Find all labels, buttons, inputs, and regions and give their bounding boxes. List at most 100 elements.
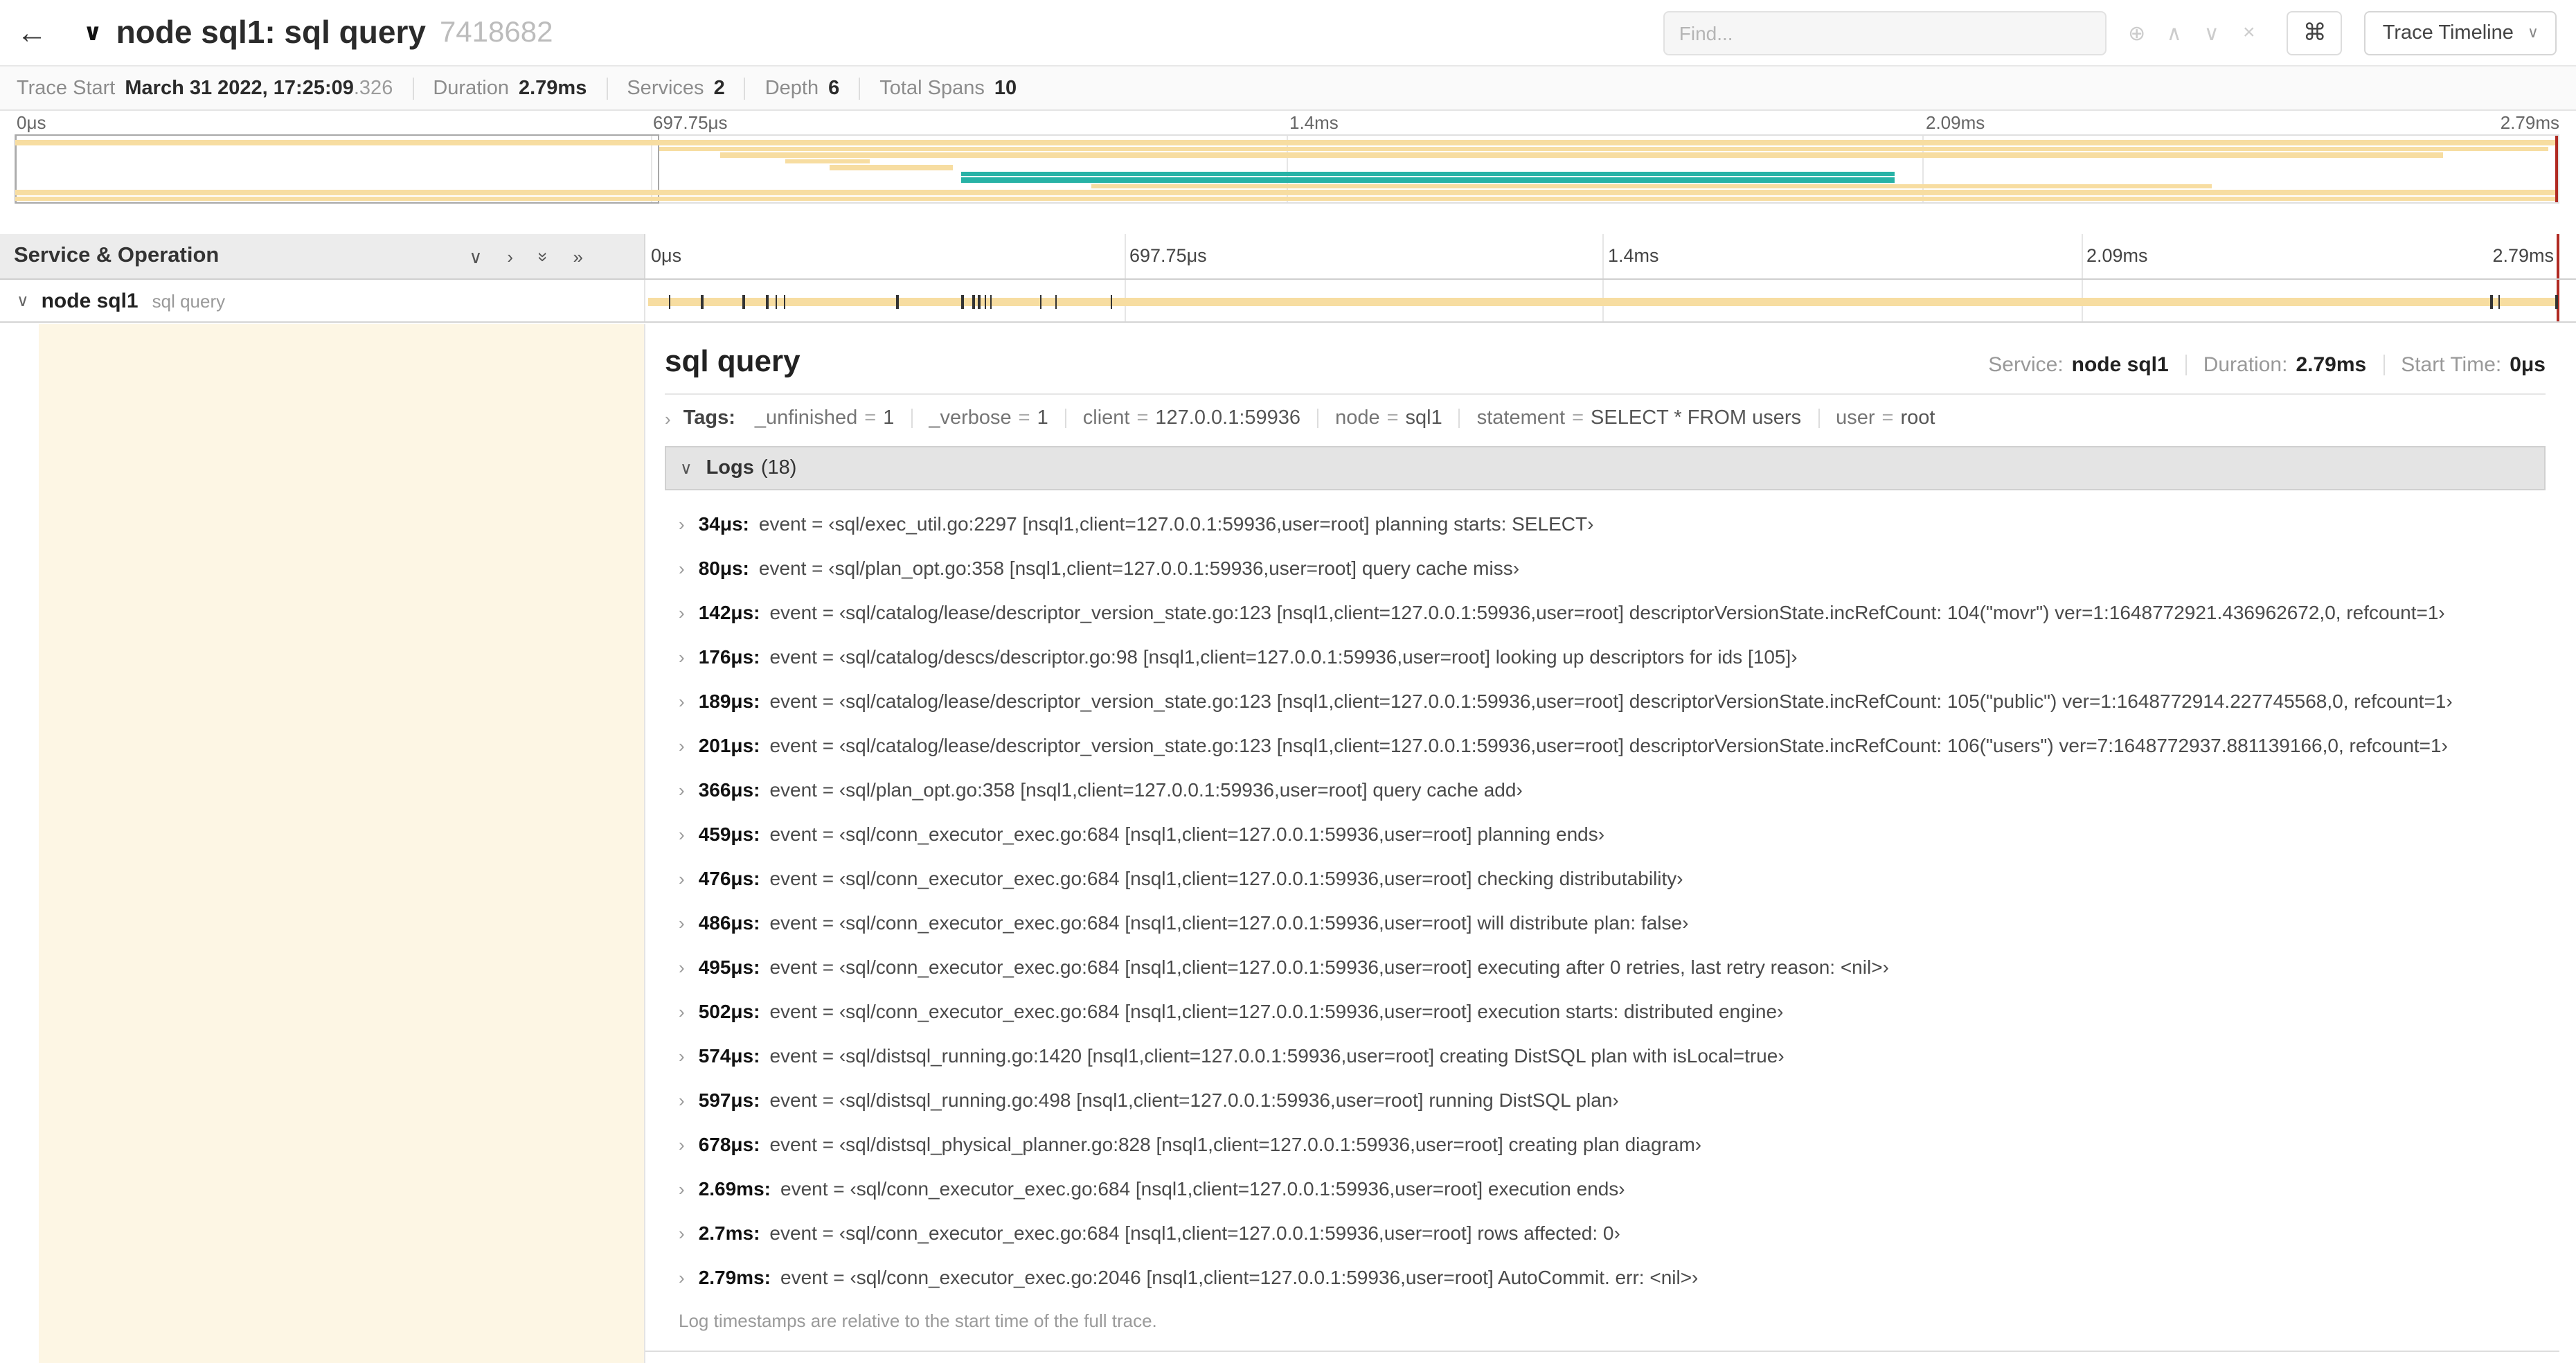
prev-result-button[interactable]: ∧ [2156,12,2193,53]
timeline-cursor-line [2557,234,2559,278]
span-operation-name: sql query [152,290,226,311]
log-row[interactable]: › 2.7ms: event = ‹sql/conn_executor_exec.g… [668,1211,2546,1255]
span-bar[interactable] [648,298,2557,306]
trace-info-item: Duration 2.79ms [433,77,587,99]
log-timestamp: 366μs: [698,778,760,801]
log-row[interactable]: › 459μs: event = ‹sql/conn_executor_exec.g… [668,812,2546,856]
back-button[interactable]: ← [0,0,64,65]
collapse-all-button[interactable]: » [533,247,553,265]
tree-controls: ∨ › » » [469,247,583,265]
log-row[interactable]: › 502μs: event = ‹sql/conn_executor_exec.g… [668,989,2546,1033]
trace-title: node sql1: sql query [116,14,426,50]
tag-key: _verbose [929,407,1012,429]
log-timestamp: 2.7ms: [698,1222,760,1244]
double-chevron-right-icon: » [573,246,583,267]
minimap-span-row [15,190,2558,195]
logs-header[interactable]: ∨ Logs (18) [665,446,2546,490]
minimap-graph[interactable] [14,134,2559,204]
log-message: event = ‹sql/plan_opt.go:358 [nsql1,clie… [758,557,1520,579]
log-row[interactable]: › 678μs: event = ‹sql/distsql_physical_pla… [668,1122,2546,1166]
tag-equals: = [1018,407,1030,429]
chevron-right-icon: › [507,246,514,267]
log-timestamp: 34μs: [698,513,749,535]
span-row-label[interactable]: ∨ node sql1 sql query [0,280,645,321]
clear-search-button[interactable]: × [2230,12,2268,53]
log-marker-tick [990,295,992,309]
minimap-span-row [15,140,2558,145]
minimap-cursor-line [2555,136,2558,202]
tag-item: node = sql1 [1335,407,1442,429]
info-divider [744,77,746,99]
span-detail-title: sql query [665,344,800,378]
detail-divider [665,393,2546,395]
log-timestamp: 80μs: [698,557,749,579]
log-row[interactable]: › 80μs: event = ‹sql/plan_opt.go:358 [nsql… [668,546,2546,590]
log-row[interactable]: › 476μs: event = ‹sql/conn_executor_exec.g… [668,856,2546,900]
log-message: event = ‹sql/conn_executor_exec.go:684 [… [769,823,1605,845]
trace-collapse-chevron-icon[interactable]: ∨ [83,19,102,46]
log-message: event = ‹sql/conn_executor_exec.go:684 [… [769,956,1889,978]
trace-info-value: 10 [994,77,1017,99]
log-timestamp: 459μs: [698,823,760,845]
chevron-down-icon: ∨ [2203,21,2219,45]
log-message: event = ‹sql/conn_executor_exec.go:684 [… [769,1222,1620,1244]
logs-label: Logs [706,457,754,479]
minimap-span-row [15,159,2558,163]
chevron-down-icon: ∨ [469,246,483,267]
next-result-button[interactable]: ∨ [2193,12,2230,53]
timeline-header-left: Service & Operation ∨ › » » [0,234,645,278]
minimap-span-bar [1091,184,2212,188]
log-row[interactable]: › 597μs: event = ‹sql/distsql_running.go:4… [668,1078,2546,1122]
log-row[interactable]: › 189μs: event = ‹sql/catalog/lease/descri… [668,679,2546,723]
span-row[interactable]: ∨ node sql1 sql query [0,280,2576,323]
minimap-span-bar [829,165,954,170]
span-detail-meta: Service: node sql1 Duration: 2.79ms Start Ti… [1988,353,2546,377]
log-row[interactable]: › 486μs: event = ‹sql/conn_executor_exec.g… [668,900,2546,945]
double-chevron-down-icon: » [533,251,554,262]
tag-key: client [1082,407,1130,429]
trace-info-value: 2 [713,77,725,99]
expand-one-button[interactable]: › [507,247,513,265]
log-row[interactable]: › 201μs: event = ‹sql/catalog/lease/descri… [668,723,2546,767]
keyboard-shortcuts-button[interactable]: ⌘ [2287,10,2343,55]
trace-info-label: Trace Start [17,77,116,99]
log-marker-tick [961,295,964,309]
collapse-one-button[interactable]: ∨ [469,247,482,265]
view-selector-dropdown[interactable]: Trace Timeline ∨ [2364,10,2557,55]
tags-toggle-row[interactable]: › Tags: _unfinished = 1 _verbose = 1 client = 12… [665,407,2546,429]
log-row[interactable]: › 2.69ms: event = ‹sql/conn_executor_exec.… [668,1166,2546,1211]
chevron-right-icon: › [679,558,685,578]
trace-info-item: Trace Start March 31 2022, 17:25:09.326 [17,77,393,99]
log-row[interactable]: › 176μs: event = ‹sql/catalog/descs/descri… [668,634,2546,679]
log-marker-tick [701,295,704,309]
log-timestamp: 486μs: [698,911,760,934]
tag-equals: = [864,407,877,429]
chevron-right-icon: › [679,868,685,889]
find-input[interactable] [1663,10,2107,55]
minimap-tick-label: 0μs [17,112,46,133]
trace-summary-bar: Trace Start March 31 2022, 17:25:09.326 Du… [0,66,2576,111]
expand-all-button[interactable]: » [573,247,583,265]
tag-divider [911,409,913,428]
meta-divider [2383,355,2385,375]
minimap-tick-label: 2.09ms [1926,112,1985,133]
log-row[interactable]: › 34μs: event = ‹sql/exec_util.go:2297 [ns… [668,501,2546,546]
trace-info-label: Depth [764,77,819,99]
log-marker-tick [668,295,671,309]
log-row[interactable]: › 2.79ms: event = ‹sql/conn_executor_exec.… [668,1255,2546,1299]
meta-label: Start Time: [2401,353,2502,377]
log-row[interactable]: › 574μs: event = ‹sql/distsql_running.go:1… [668,1033,2546,1078]
trace-info-item: Total Spans 10 [879,77,1017,99]
log-marker-tick [1110,295,1113,309]
span-row-timeline[interactable] [645,280,2559,321]
tag-key: statement [1476,407,1566,429]
span-collapse-chevron-icon[interactable]: ∨ [17,291,29,310]
log-row[interactable]: › 366μs: event = ‹sql/plan_opt.go:358 [nsq… [668,767,2546,812]
trace-info-value: March 31 2022, 17:25:09.326 [125,77,393,99]
log-row[interactable]: › 495μs: event = ‹sql/conn_executor_exec.g… [668,945,2546,989]
minimap-span-bar [719,152,2444,157]
log-row[interactable]: › 142μs: event = ‹sql/catalog/lease/descri… [668,590,2546,634]
focus-result-button[interactable]: ⊕ [2118,12,2156,53]
focus-icon: ⊕ [2128,21,2146,45]
log-marker-tick [1055,295,1057,309]
